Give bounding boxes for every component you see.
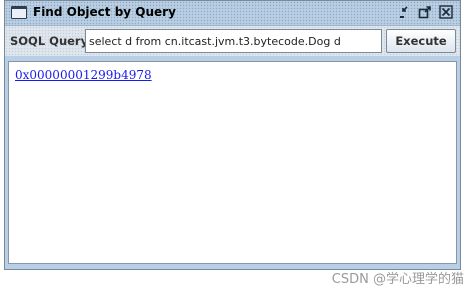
results-panel[interactable]: 0x00000001299b4978 bbox=[8, 61, 457, 264]
title-bar[interactable]: Find Object by Query bbox=[5, 1, 460, 26]
minimize-icon[interactable] bbox=[398, 5, 412, 19]
soql-query-input[interactable] bbox=[85, 29, 382, 53]
maximize-icon[interactable] bbox=[418, 5, 432, 19]
app-window: Find Object by Query SOQL Query : Execut… bbox=[4, 0, 461, 270]
window-icon bbox=[11, 6, 27, 19]
soql-query-label: SOQL Query : bbox=[10, 34, 97, 48]
watermark-text: CSDN @学心理学的猫 bbox=[331, 272, 464, 287]
result-object-link[interactable]: 0x00000001299b4978 bbox=[15, 68, 152, 82]
execute-button[interactable]: Execute bbox=[386, 29, 456, 53]
window-title: Find Object by Query bbox=[33, 5, 176, 19]
close-icon[interactable] bbox=[439, 5, 453, 19]
query-toolbar: SOQL Query : Execute bbox=[5, 26, 460, 56]
